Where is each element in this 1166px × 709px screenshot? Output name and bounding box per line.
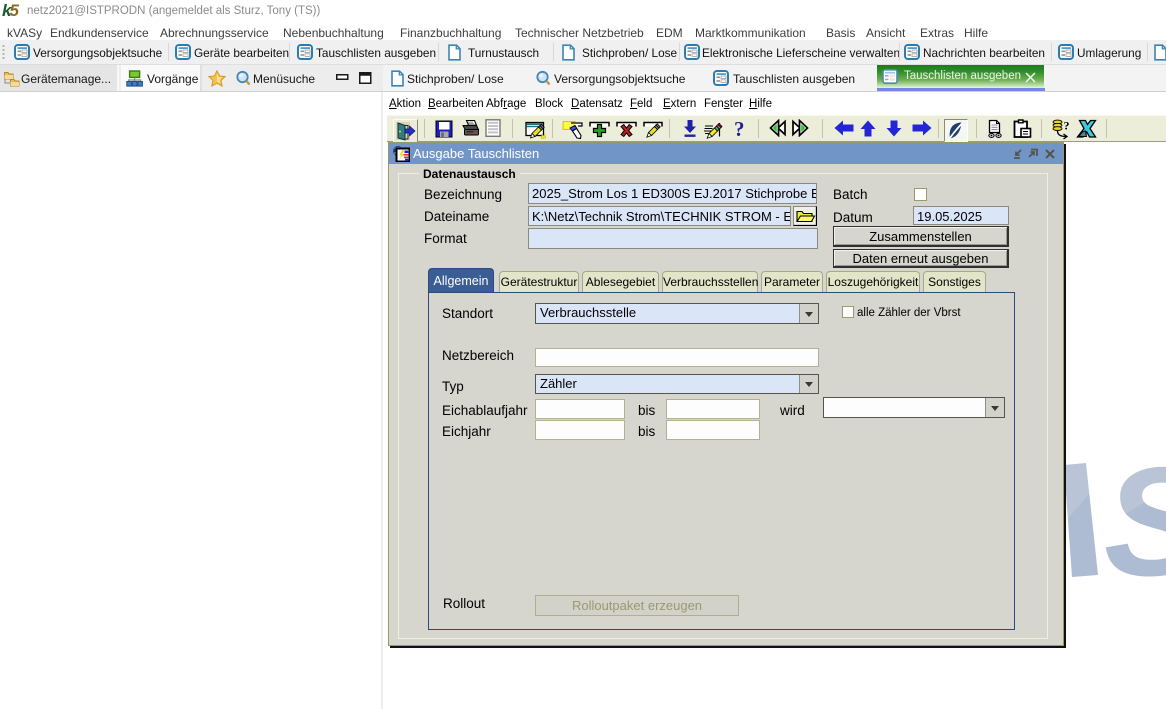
svg-text:S: S [1104, 437, 1166, 597]
svg-text:?: ? [1064, 119, 1070, 133]
svg-text:?: ? [734, 119, 745, 140]
